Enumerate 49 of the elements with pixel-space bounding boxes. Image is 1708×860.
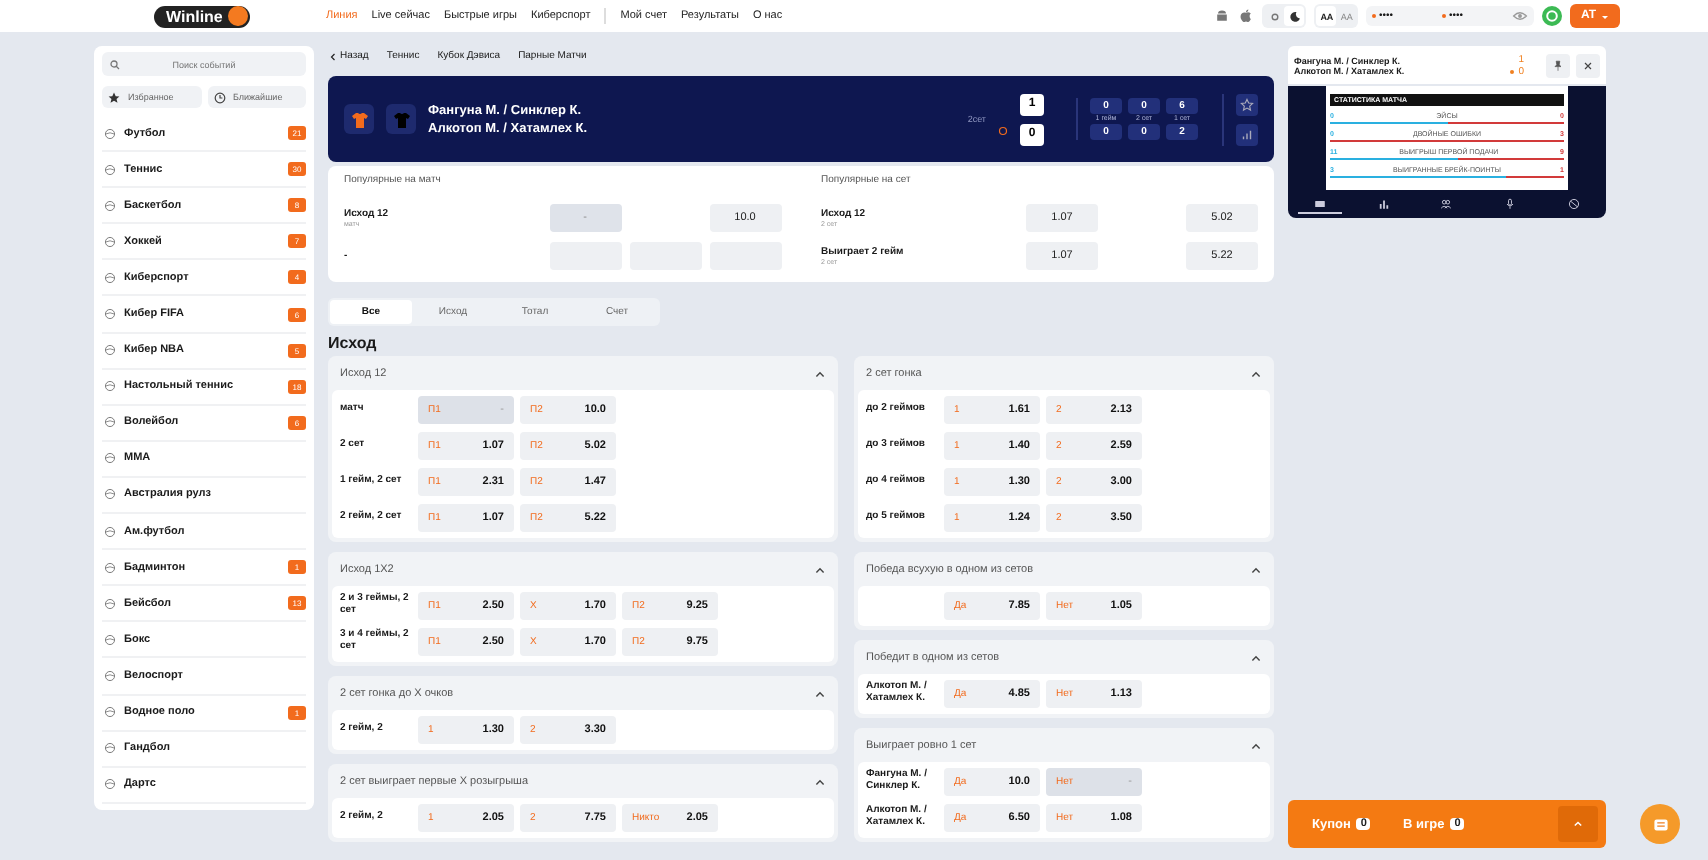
caret-icon: [1600, 11, 1610, 21]
chevron-up-icon[interactable]: [1250, 651, 1262, 663]
ball-icon: [104, 452, 116, 465]
ball-icon: [104, 597, 116, 610]
chevron-up-icon[interactable]: [1250, 739, 1262, 751]
ball-icon: [104, 488, 116, 501]
jersey-icon: [344, 104, 374, 134]
ball-icon: [104, 633, 116, 646]
ball-icon: [104, 742, 116, 755]
ball-icon: [104, 561, 116, 574]
chevron-up-icon[interactable]: [814, 775, 826, 787]
chevron-up-icon[interactable]: [814, 563, 826, 575]
ball-icon: [104, 127, 116, 140]
star-icon: [108, 91, 120, 103]
chevron-up-icon[interactable]: [814, 687, 826, 699]
ball-icon: [104, 525, 116, 538]
pin-icon: [1552, 59, 1564, 71]
clock-icon: [213, 91, 225, 103]
section-title: Исход: [328, 334, 379, 352]
ball-icon: [104, 380, 116, 393]
favorite-button[interactable]: [1236, 93, 1258, 115]
ball-icon: [104, 344, 116, 357]
jersey-icon: [386, 104, 416, 134]
ball-icon: [104, 271, 116, 284]
ball-icon: [104, 235, 116, 248]
ball-icon: [104, 308, 116, 321]
search-icon: [110, 59, 120, 69]
stats-button[interactable]: [1236, 123, 1258, 145]
ball-icon: [104, 669, 116, 682]
moon-icon[interactable]: [1284, 6, 1305, 26]
close-icon: [1582, 59, 1594, 71]
star-icon: [1240, 97, 1254, 111]
chevron-left-icon: [328, 51, 338, 61]
logo[interactable]: Winline: [154, 5, 250, 27]
bar-chart-icon: [1240, 127, 1254, 141]
ball-icon: [104, 706, 116, 719]
apple-icon[interactable]: [1238, 8, 1255, 24]
chevron-up-icon[interactable]: [1250, 367, 1262, 379]
ball-icon: [104, 163, 116, 176]
chevron-up-icon[interactable]: [814, 367, 826, 379]
ball-icon: [104, 199, 116, 212]
eye-icon[interactable]: [1512, 8, 1529, 24]
close-button[interactable]: [1576, 53, 1600, 77]
chevron-up-icon: [1570, 816, 1586, 832]
scoreboard-icon[interactable]: [1297, 196, 1342, 214]
chevron-up-icon[interactable]: [1250, 563, 1262, 575]
ball-icon: [104, 416, 116, 429]
ball-icon: [104, 778, 116, 791]
pin-button[interactable]: [1546, 53, 1570, 77]
